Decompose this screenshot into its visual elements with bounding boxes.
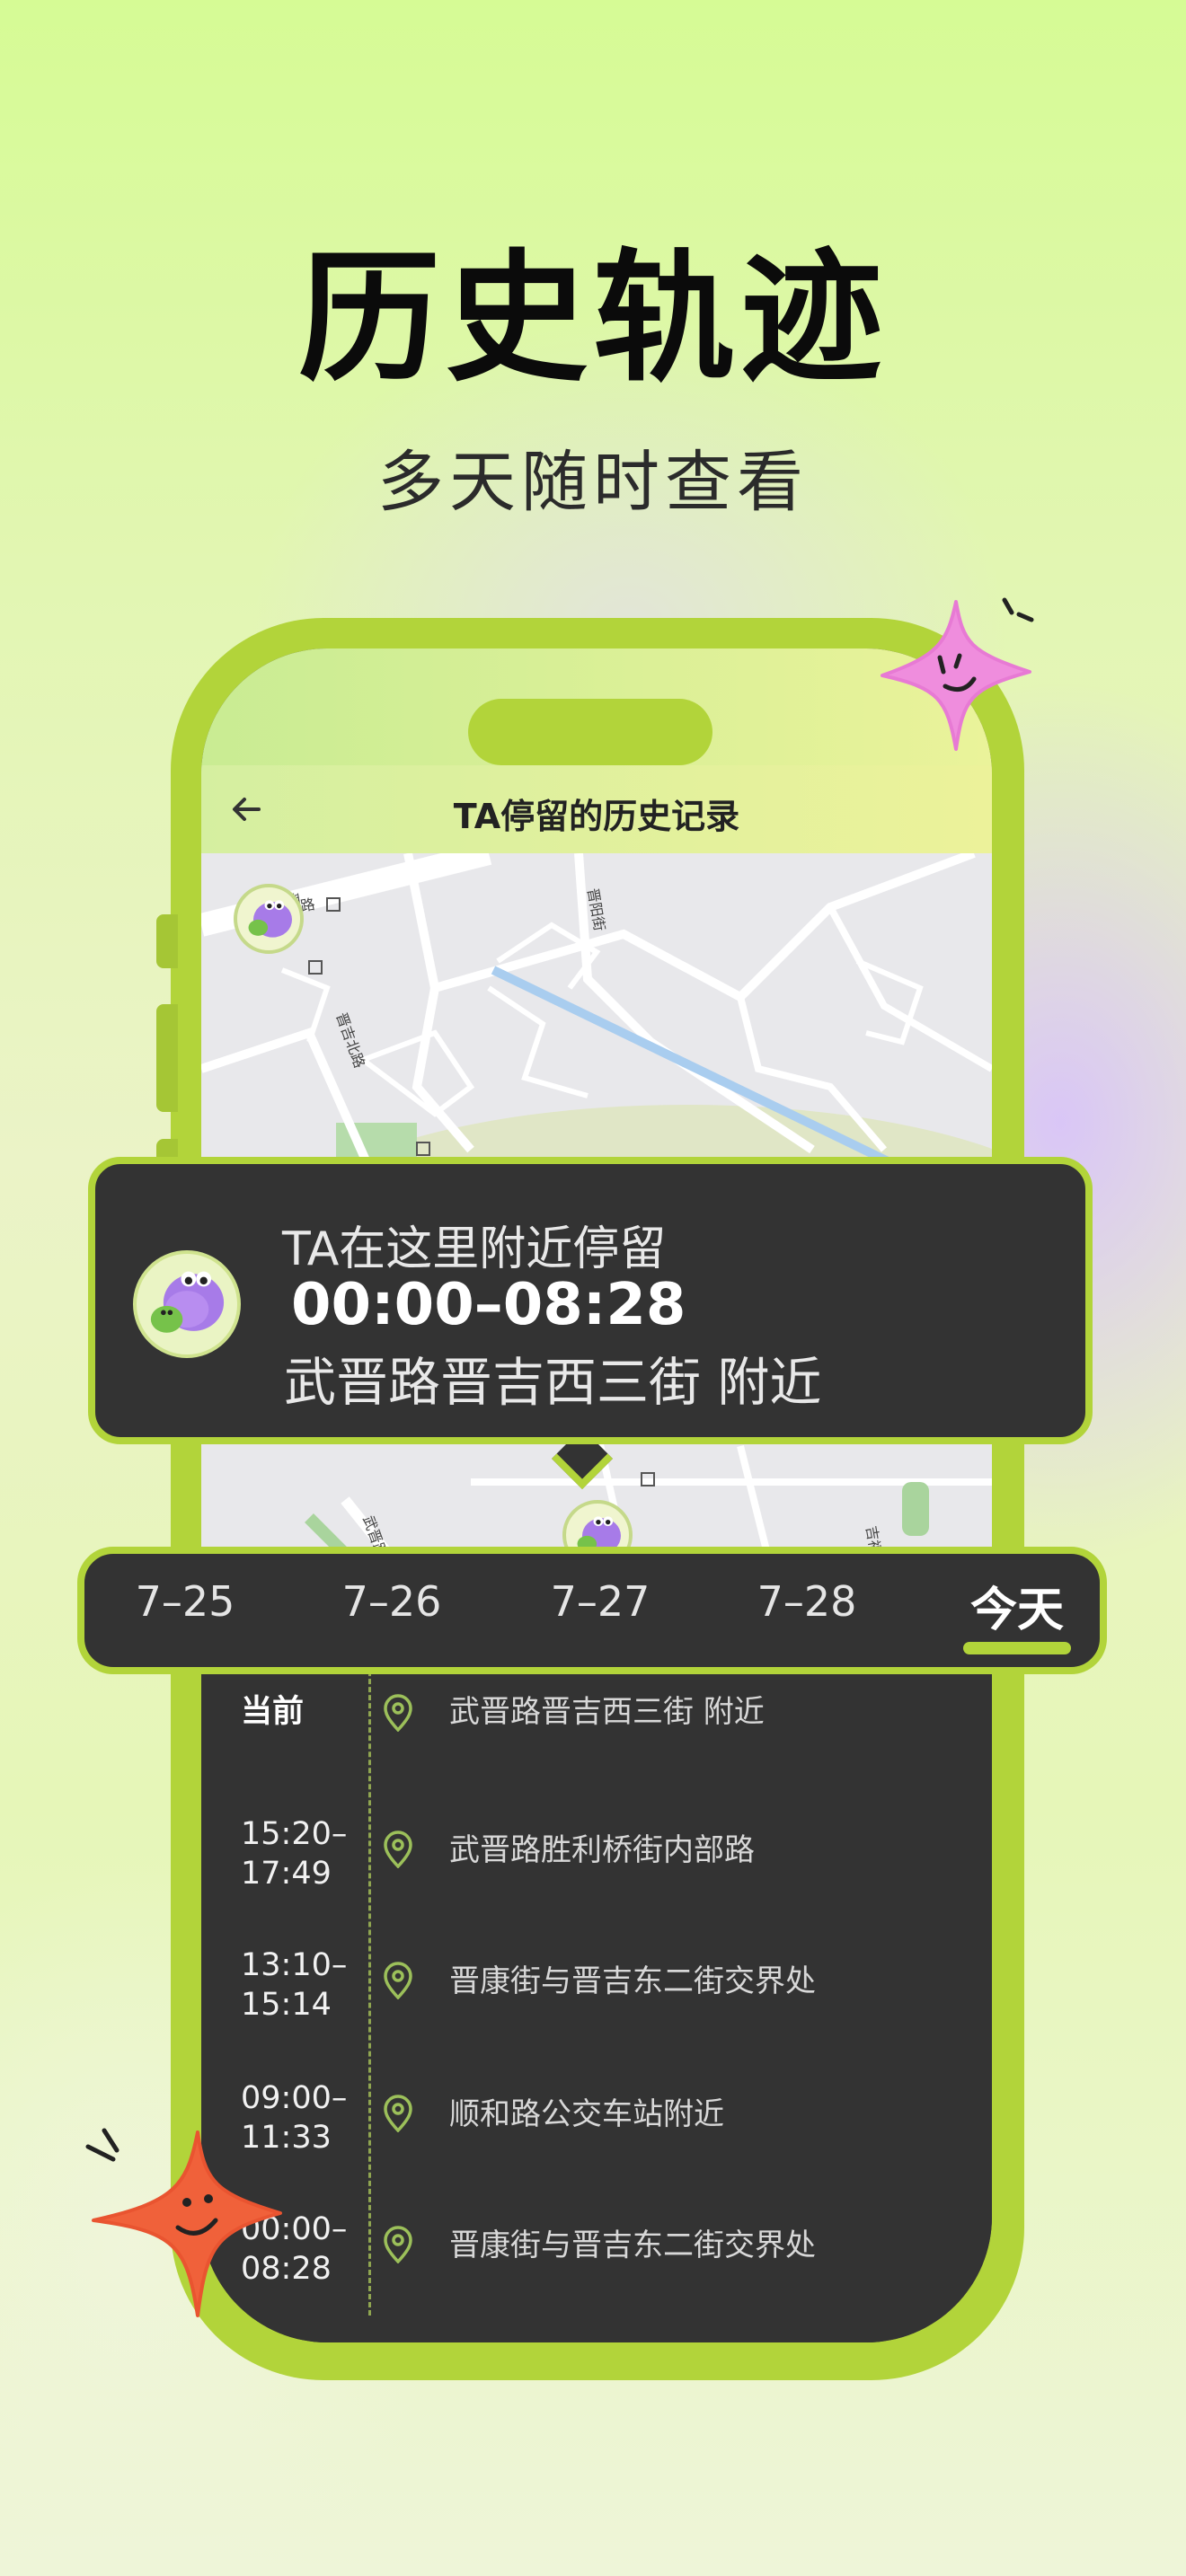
date-tab-7-28[interactable]: 7–28	[735, 1577, 879, 1626]
headline-subtitle: 多天随时查看	[377, 444, 809, 521]
bubble-stay-text: TA在这里附近停留	[282, 1222, 667, 1276]
orange-star-sticker-icon	[85, 2128, 282, 2317]
date-tab-7-26[interactable]: 7–26	[320, 1577, 464, 1626]
map-avatar-marker[interactable]	[234, 884, 304, 954]
location-pin-icon	[384, 1694, 412, 1732]
date-tab-7-25[interactable]: 7–25	[113, 1577, 257, 1626]
active-tab-indicator	[963, 1642, 1071, 1654]
date-tab-today[interactable]: 今天	[945, 1572, 1089, 1639]
location-pin-icon	[384, 1962, 412, 1999]
phone-screen: TA停留的历史记录 晋阳街 晋吉北路 武晋路 当前 武晋路晋吉西三街 附近 15…	[201, 648, 992, 2342]
phone-frame: TA停留的历史记录 晋阳街 晋吉北路 武晋路 当前 武晋路晋吉西三街 附近 15…	[156, 618, 1024, 2380]
history-time: 13:10– 15:14	[241, 1947, 348, 2023]
history-address: 顺和路公交车站附近	[449, 2096, 724, 2132]
pink-star-sticker-icon	[881, 597, 1034, 751]
history-address: 武晋路晋吉西三街 附近	[449, 1694, 765, 1730]
location-pin-icon	[384, 2095, 412, 2132]
history-time: 当前	[241, 1694, 305, 1730]
blob-avatar-icon	[150, 1271, 225, 1333]
bubble-avatar	[133, 1250, 241, 1358]
bubble-time: 00:00–08:28	[291, 1272, 686, 1338]
date-tab-7-27[interactable]: 7–27	[528, 1577, 672, 1626]
phone-volume-up	[156, 1004, 178, 1112]
history-time: 15:20– 17:49	[241, 1816, 348, 1892]
location-pin-icon	[384, 1831, 412, 1868]
bubble-address: 武晋路晋吉西三街 附近	[284, 1352, 822, 1413]
history-address: 武晋路胜利桥街内部路	[449, 1832, 755, 1868]
dynamic-island	[468, 699, 712, 765]
nav-bar: TA停留的历史记录	[201, 765, 992, 853]
page-title: TA停留的历史记录	[453, 797, 740, 836]
history-address: 晋康街与晋吉东二街交界处	[449, 1963, 816, 1999]
date-selector: 7–25 7–26 7–27 7–28 今天	[77, 1547, 1107, 1674]
location-pin-icon	[384, 2226, 412, 2263]
timeline-line	[368, 1606, 371, 2316]
history-address: 晋康街与晋吉东二街交界处	[449, 2228, 816, 2263]
phone-side-button	[156, 914, 178, 968]
blob-avatar-icon	[248, 900, 293, 938]
location-bubble[interactable]: TA在这里附近停留 00:00–08:28 武晋路晋吉西三街 附近	[88, 1157, 1093, 1444]
headline-title: 历史轨迹	[298, 236, 888, 401]
